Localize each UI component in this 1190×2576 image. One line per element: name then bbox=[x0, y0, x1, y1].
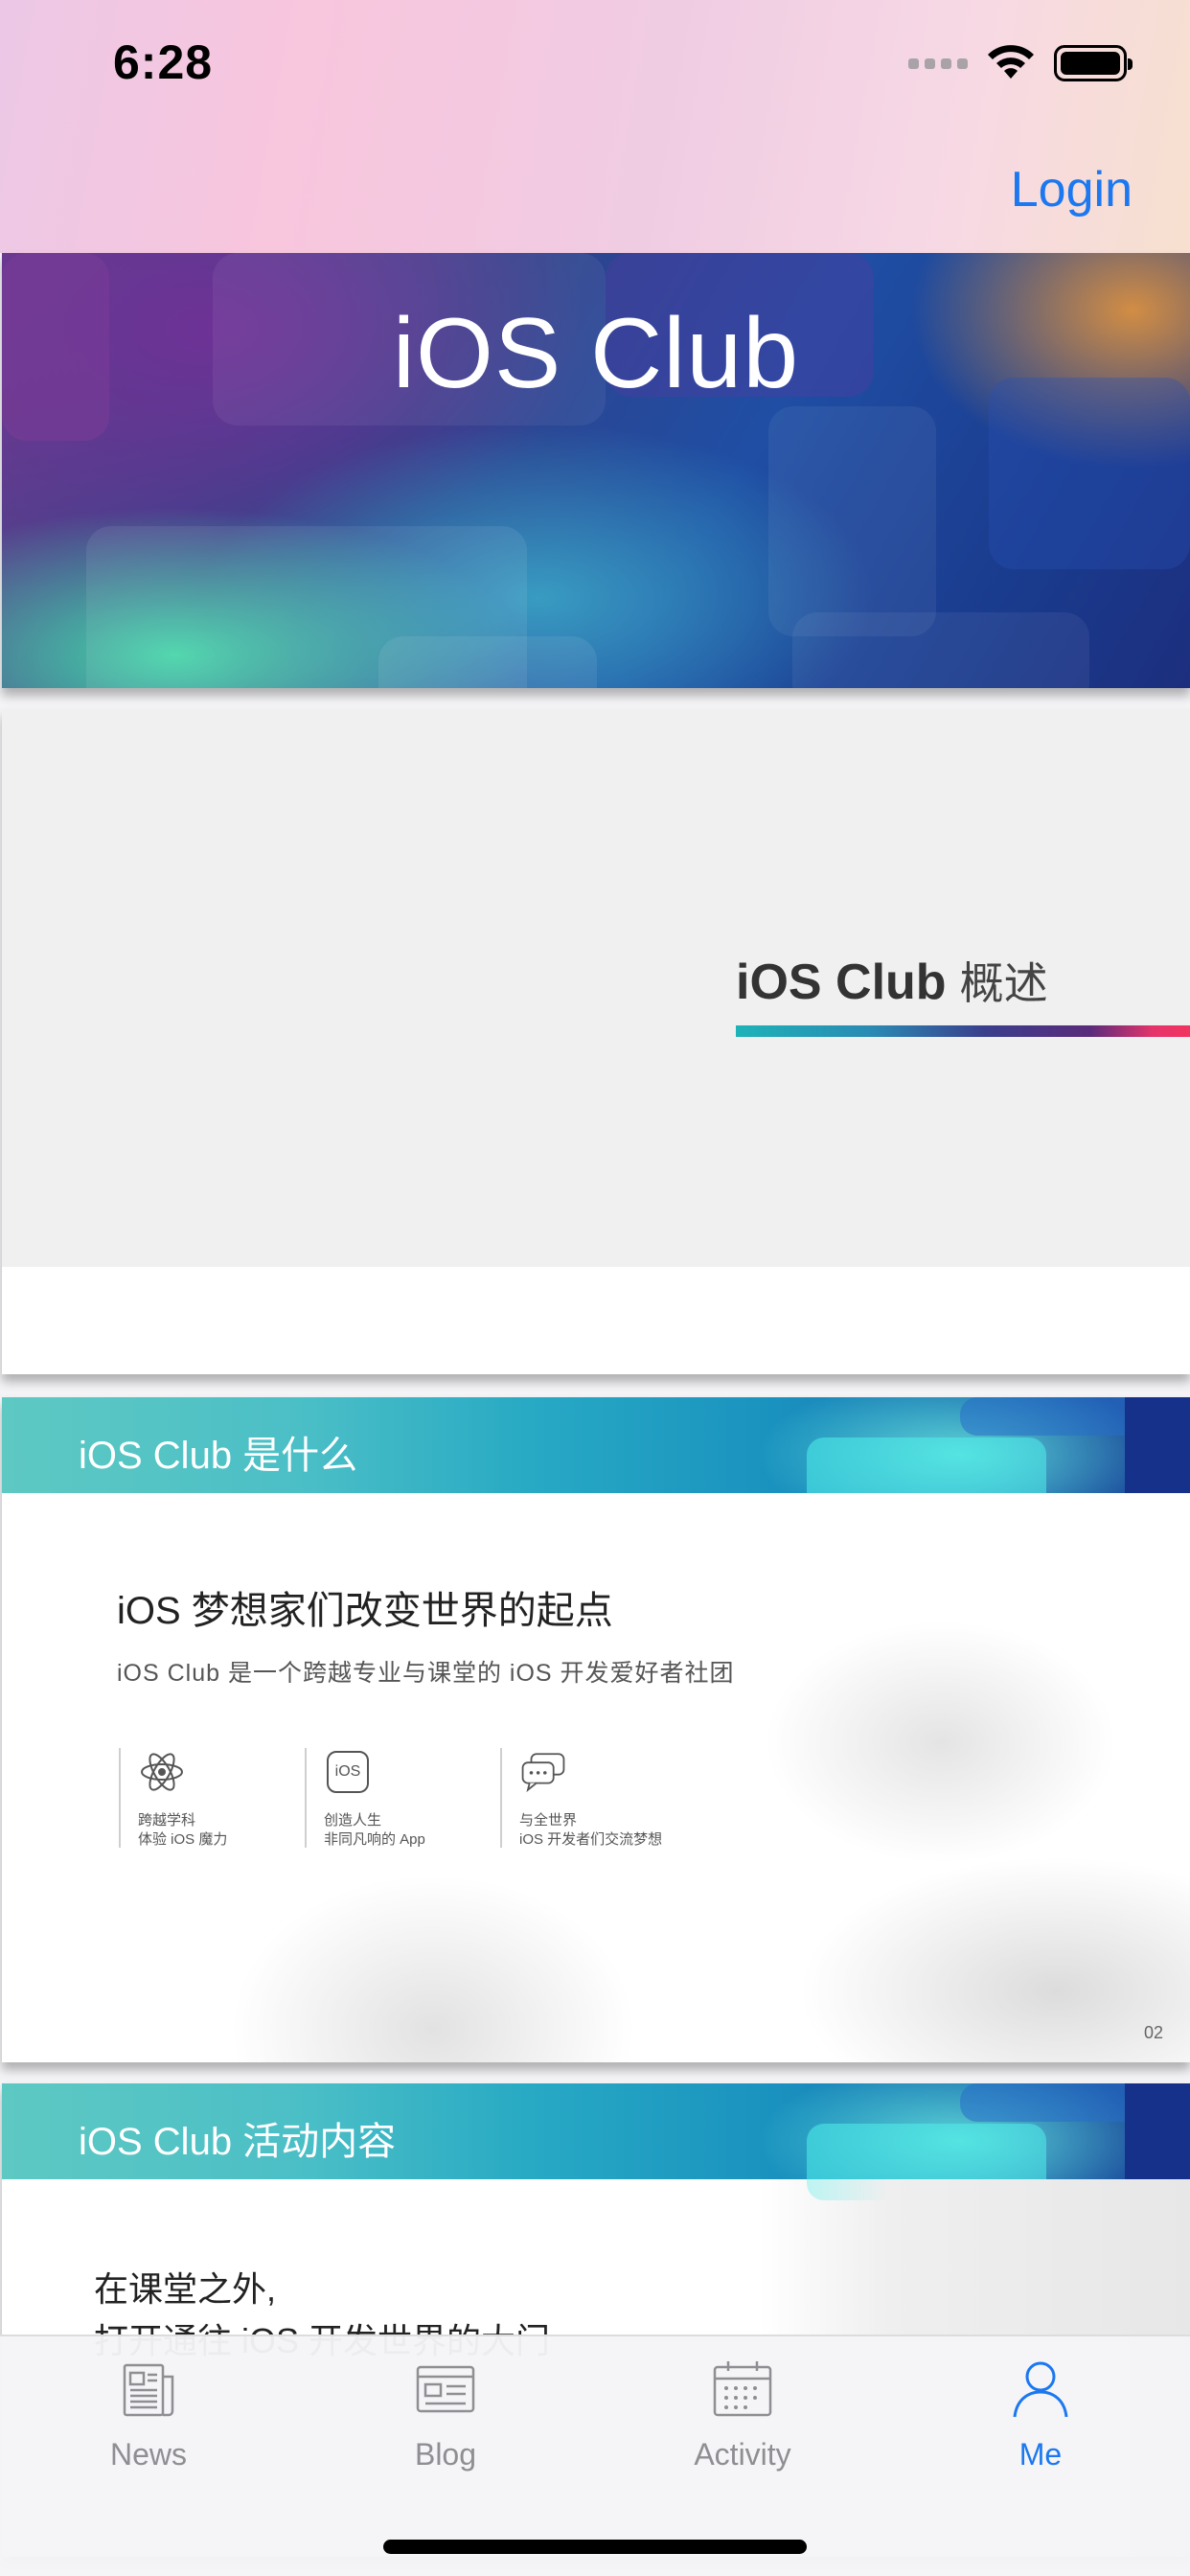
blog-icon bbox=[416, 2365, 475, 2413]
tab-label: Activity bbox=[694, 2437, 791, 2472]
atom-icon bbox=[138, 1748, 186, 1796]
hero-banner: iOS Club bbox=[2, 253, 1190, 688]
overview-slide[interactable]: iOS Club 概述 bbox=[2, 709, 1190, 1374]
slide-header: iOS Club 是什么 bbox=[2, 1397, 1190, 1514]
slide-header-title: iOS Club 是什么 bbox=[79, 1435, 358, 1477]
feature-create-app: iOS 创造人生 非同凡响的 App bbox=[305, 1748, 425, 1848]
activity-line-1: 在课堂之外, bbox=[94, 2269, 277, 2309]
feature-line: iOS 开发者们交流梦想 bbox=[519, 1831, 663, 1848]
page-number: 02 bbox=[1143, 2023, 1163, 2042]
feature-line: 跨越学科 bbox=[138, 1812, 196, 1828]
cellular-signal-icon bbox=[908, 58, 968, 69]
feature-interdisciplinary: 跨越学科 体验 iOS 魔力 bbox=[119, 1748, 227, 1848]
slide-bottom-strip bbox=[2, 1267, 1190, 1374]
ios-badge-icon: iOS bbox=[324, 1748, 372, 1796]
feature-global-community: 与全世界 iOS 开发者们交流梦想 bbox=[500, 1748, 662, 1848]
ios-badge-text: iOS bbox=[327, 1751, 369, 1793]
newspaper-icon bbox=[123, 2363, 174, 2417]
battery-icon bbox=[1054, 45, 1133, 81]
person-icon bbox=[1013, 2361, 1068, 2418]
chat-bubbles-icon bbox=[519, 1748, 567, 1796]
login-button[interactable]: Login bbox=[1011, 161, 1133, 218]
feature-line: 与全世界 bbox=[519, 1812, 578, 1828]
banner-title: iOS Club bbox=[392, 298, 800, 409]
overview-gradient-bar bbox=[736, 1025, 1190, 1037]
status-indicators bbox=[908, 44, 1133, 82]
top-header: 6:28 Login bbox=[0, 0, 1190, 253]
home-indicator[interactable] bbox=[383, 2540, 807, 2554]
tab-label: News bbox=[109, 2437, 187, 2472]
wifi-icon bbox=[988, 45, 1034, 79]
feature-line: 非同凡响的 App bbox=[324, 1831, 425, 1848]
tab-label: Me bbox=[1018, 2437, 1063, 2472]
tab-label: Blog bbox=[414, 2437, 477, 2472]
feature-line: 创造人生 bbox=[324, 1812, 382, 1828]
slide-headline: iOS 梦想家们改变世界的起点 bbox=[117, 1590, 613, 1632]
status-time: 6:28 bbox=[113, 35, 214, 89]
overview-title-main: iOS Club bbox=[736, 954, 947, 1010]
tab-me[interactable]: Me bbox=[945, 2356, 1136, 2472]
feature-line: 体验 iOS 魔力 bbox=[138, 1831, 228, 1848]
tab-blog[interactable]: Blog bbox=[350, 2356, 541, 2472]
tab-activity[interactable]: Activity bbox=[647, 2356, 838, 2472]
overview-title-sub: 概述 bbox=[959, 958, 1048, 1008]
slide-header: iOS Club 活动内容 bbox=[2, 2083, 1190, 2200]
tab-news[interactable]: News bbox=[53, 2356, 244, 2472]
slide-header-title: iOS Club 活动内容 bbox=[79, 2121, 397, 2163]
what-is-slide[interactable]: iOS Club 是什么 iOS 梦想家们改变世界的起点 iOS Club 是一… bbox=[2, 1397, 1190, 2062]
slide-subline: iOS Club 是一个跨越专业与课堂的 iOS 开发爱好者社团 bbox=[117, 1660, 735, 1687]
overview-title: iOS Club 概述 bbox=[736, 949, 1048, 1012]
calendar-icon bbox=[713, 2361, 772, 2417]
